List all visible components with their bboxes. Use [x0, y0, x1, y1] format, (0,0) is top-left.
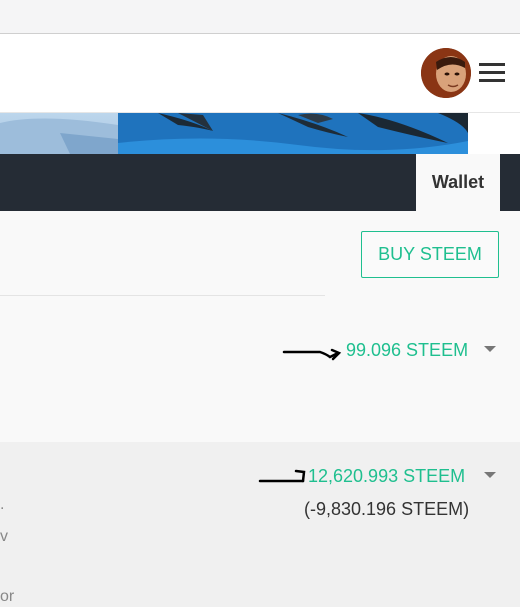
steem-balance-amount[interactable]: 99.096 STEEM: [346, 340, 468, 361]
avatar-image: [421, 48, 471, 98]
banner-dolphins-image: [118, 113, 468, 154]
banner-left-art: [0, 118, 118, 154]
steem-power-amount[interactable]: 12,620.993 STEEM: [308, 466, 465, 487]
cutoff-text-3: or: [0, 588, 15, 605]
cutoff-text-2: v: [0, 528, 8, 545]
chevron-down-icon[interactable]: [484, 472, 496, 478]
hand-drawn-arrow-1: [282, 348, 342, 361]
user-avatar-icon[interactable]: [421, 48, 471, 98]
banner-sky: [0, 113, 118, 154]
tab-wallet[interactable]: Wallet: [416, 154, 500, 211]
hamburger-menu-icon[interactable]: [479, 63, 505, 83]
steem-balance-row: [0, 296, 520, 442]
dolphins-art: [118, 113, 468, 154]
chevron-down-icon[interactable]: [484, 346, 496, 352]
banner-white-edge: [468, 113, 520, 154]
buy-steem-button[interactable]: BUY STEEM: [361, 231, 499, 278]
delegated-steem-power: (-9,830.196 STEEM): [304, 499, 470, 519]
cutoff-text-1: .: [0, 496, 5, 513]
hand-drawn-arrow-2: [258, 469, 306, 483]
browser-top-strip: [0, 0, 520, 34]
